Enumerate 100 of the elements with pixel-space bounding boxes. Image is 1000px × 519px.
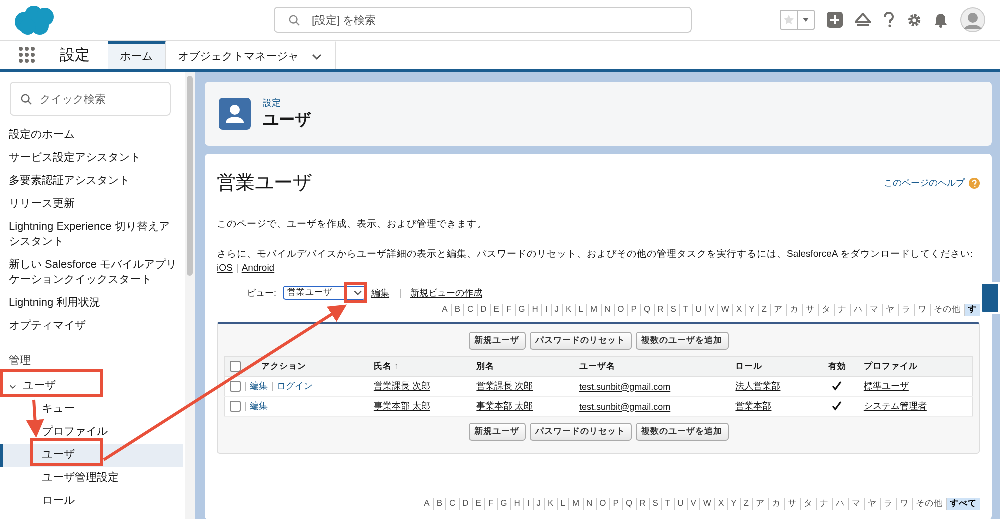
alphabet-filter-link[interactable]: I <box>523 498 533 510</box>
sidebar-item[interactable]: 多要素認証アシスタント <box>0 170 183 193</box>
alphabet-filter-link[interactable]: M <box>586 304 601 316</box>
alphabet-filter-link[interactable]: V <box>704 304 718 316</box>
alphabet-filter-link[interactable]: F <box>502 304 515 316</box>
sidebar-item[interactable]: キュー <box>0 398 183 421</box>
action-link[interactable]: ログイン <box>277 381 313 391</box>
alphabet-filter-link[interactable]: U <box>692 304 705 316</box>
alphabet-filter-link[interactable]: M <box>568 498 583 510</box>
alphabet-filter-link[interactable]: A <box>421 498 433 510</box>
alphabet-filter-link[interactable]: D <box>476 304 490 316</box>
name-link[interactable]: 営業課長 次郎 <box>374 381 430 391</box>
alphabet-filter-link[interactable]: T <box>679 304 692 316</box>
alias-link[interactable]: 営業課長 次郎 <box>476 381 534 391</box>
quick-search-field[interactable]: クイック検索 <box>10 82 171 116</box>
sidebar-item[interactable]: リリース更新 <box>0 193 183 216</box>
alphabet-filter-link[interactable]: Z <box>758 304 770 316</box>
alphabet-filter-link[interactable]: Q <box>640 304 654 316</box>
alphabet-filter-link[interactable]: すべて <box>946 498 980 510</box>
help-icon[interactable] <box>883 12 895 28</box>
alphabet-filter-link[interactable]: B <box>432 498 446 510</box>
toolbar-button[interactable]: パスワードのリセット <box>530 332 632 350</box>
sidebar-item[interactable]: 新しい Salesforce モバイルアプリケーションクイックスタート <box>0 254 183 292</box>
alphabet-filter-link[interactable]: ラ <box>880 498 896 510</box>
alphabet-filter-link[interactable]: サ <box>784 498 800 510</box>
toolbar-button[interactable]: 複数のユーザを追加 <box>636 332 728 350</box>
alphabet-filter-link[interactable]: R <box>654 304 667 316</box>
toolbar-button[interactable]: 新規ユーザ <box>468 332 526 350</box>
row-checkbox[interactable] <box>230 401 241 412</box>
alphabet-filter-link[interactable]: S <box>666 304 680 316</box>
toolbar-button[interactable]: 複数のユーザを追加 <box>636 423 728 441</box>
name-link[interactable]: 事業本部 太郎 <box>374 401 430 411</box>
alphabet-filter-link[interactable]: P <box>627 304 640 316</box>
alphabet-filter-link[interactable]: K <box>544 498 557 510</box>
nav-tab[interactable]: ホーム <box>108 41 166 69</box>
alphabet-filter-link[interactable]: V <box>686 498 700 510</box>
alphabet-filter-link[interactable]: ヤ <box>864 498 880 510</box>
alphabet-filter-link[interactable]: N <box>582 498 596 510</box>
sidebar-item[interactable]: 設定のホーム <box>0 124 183 147</box>
alphabet-filter-link[interactable]: ワ <box>896 498 912 510</box>
bell-icon[interactable] <box>934 12 948 28</box>
sidebar-item[interactable]: Lightning 利用状況 <box>0 292 183 315</box>
select-all-checkbox[interactable] <box>230 360 241 372</box>
sidebar-toggle[interactable] <box>980 282 1000 314</box>
profile-link[interactable]: システム管理者 <box>864 401 927 411</box>
role-link[interactable]: 営業本部 <box>736 401 772 411</box>
sidebar-item[interactable]: サービス設定アシスタント <box>0 147 183 170</box>
alphabet-filter-link[interactable]: P <box>609 498 622 510</box>
alphabet-filter-link[interactable]: タ <box>818 304 834 316</box>
alphabet-filter-link[interactable]: J <box>532 498 544 510</box>
alphabet-filter-link[interactable]: ヤ <box>882 304 898 316</box>
alphabet-filter-link[interactable]: K <box>562 304 575 316</box>
alphabet-filter-link[interactable]: ナ <box>816 498 832 510</box>
alphabet-filter-link[interactable]: Y <box>745 304 758 316</box>
alphabet-filter-link[interactable]: X <box>732 304 746 316</box>
username-link[interactable]: test.sunbit@gmail.com <box>579 382 671 392</box>
alphabet-filter-link[interactable]: G <box>514 304 528 316</box>
alphabet-filter-link[interactable]: W <box>699 498 714 510</box>
alphabet-filter-link[interactable]: O <box>614 304 628 316</box>
alphabet-filter-link[interactable]: ハ <box>832 498 848 510</box>
alphabet-filter-link[interactable]: A <box>439 304 451 316</box>
column-header[interactable]: 氏名 ↑ <box>374 360 399 370</box>
alphabet-filter-link[interactable]: ハ <box>850 304 866 316</box>
alphabet-filter-link[interactable]: E <box>490 304 502 316</box>
view-link[interactable]: 新規ビューの作成 <box>410 286 483 300</box>
alphabet-filter-link[interactable]: ナ <box>834 304 850 316</box>
sidebar-item[interactable]: プロファイル <box>0 421 183 444</box>
alphabet-filter-link[interactable]: C <box>463 304 477 316</box>
action-link[interactable]: 編集 <box>250 401 268 411</box>
alphabet-filter-link[interactable]: O <box>596 498 610 510</box>
settings-icon[interactable] <box>907 12 922 28</box>
alphabet-filter-link[interactable]: マ <box>848 498 864 510</box>
alphabet-filter-link[interactable]: R <box>636 498 649 510</box>
row-checkbox[interactable] <box>230 381 241 392</box>
sidebar-item[interactable]: ユーザ管理設定 <box>0 467 183 490</box>
alphabet-filter-link[interactable]: E <box>472 498 484 510</box>
alphabet-filter-link[interactable]: ワ <box>914 304 930 316</box>
alphabet-filter-link[interactable]: Y <box>727 498 740 510</box>
alphabet-filter-link[interactable]: S <box>648 498 662 510</box>
alphabet-filter-link[interactable]: F <box>484 498 497 510</box>
alphabet-filter-link[interactable]: カ <box>786 304 802 316</box>
alphabet-filter-link[interactable]: U <box>674 498 687 510</box>
action-link[interactable]: 編集 <box>250 381 268 391</box>
avatar-icon[interactable] <box>960 7 986 33</box>
nav-tab[interactable]: オブジェクトマネージャ <box>166 41 336 69</box>
alphabet-filter-link[interactable]: ラ <box>898 304 914 316</box>
alphabet-filter-link[interactable]: マ <box>866 304 882 316</box>
app-launcher-icon[interactable] <box>18 46 36 64</box>
alphabet-filter-link[interactable]: I <box>541 304 551 316</box>
alphabet-filter-link[interactable]: ア <box>770 304 786 316</box>
alphabet-filter-link[interactable]: B <box>450 304 464 316</box>
search-field[interactable]: [設定] を検索 <box>274 7 692 33</box>
toolbar-button[interactable]: パスワードのリセット <box>530 423 632 441</box>
alphabet-filter-link[interactable]: タ <box>800 498 816 510</box>
username-link[interactable]: test.sunbit@gmail.com <box>579 402 671 412</box>
alphabet-filter-link[interactable]: W <box>717 304 732 316</box>
sidebar-item[interactable]: ロール <box>0 490 183 513</box>
alphabet-filter-link[interactable]: L <box>574 304 586 316</box>
sidebar-group[interactable]: ユーザ <box>0 375 183 398</box>
alphabet-filter-link[interactable]: H <box>528 304 542 316</box>
